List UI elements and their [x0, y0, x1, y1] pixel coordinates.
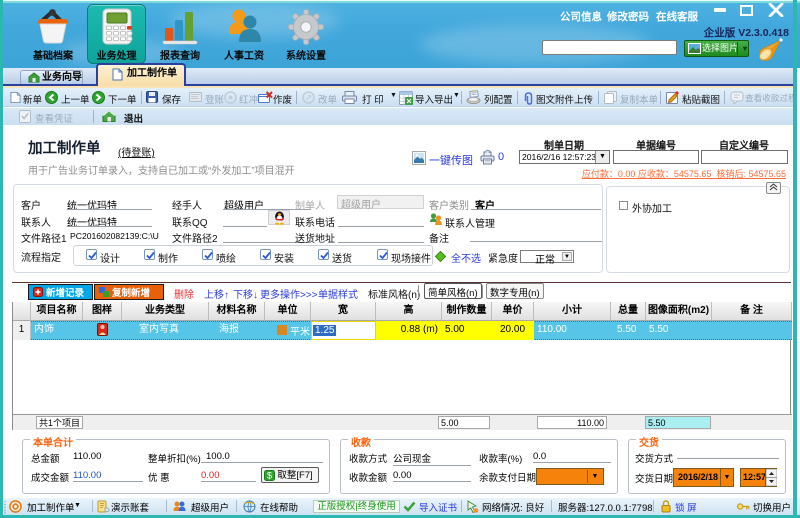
svg-text:$: $: [267, 471, 272, 481]
